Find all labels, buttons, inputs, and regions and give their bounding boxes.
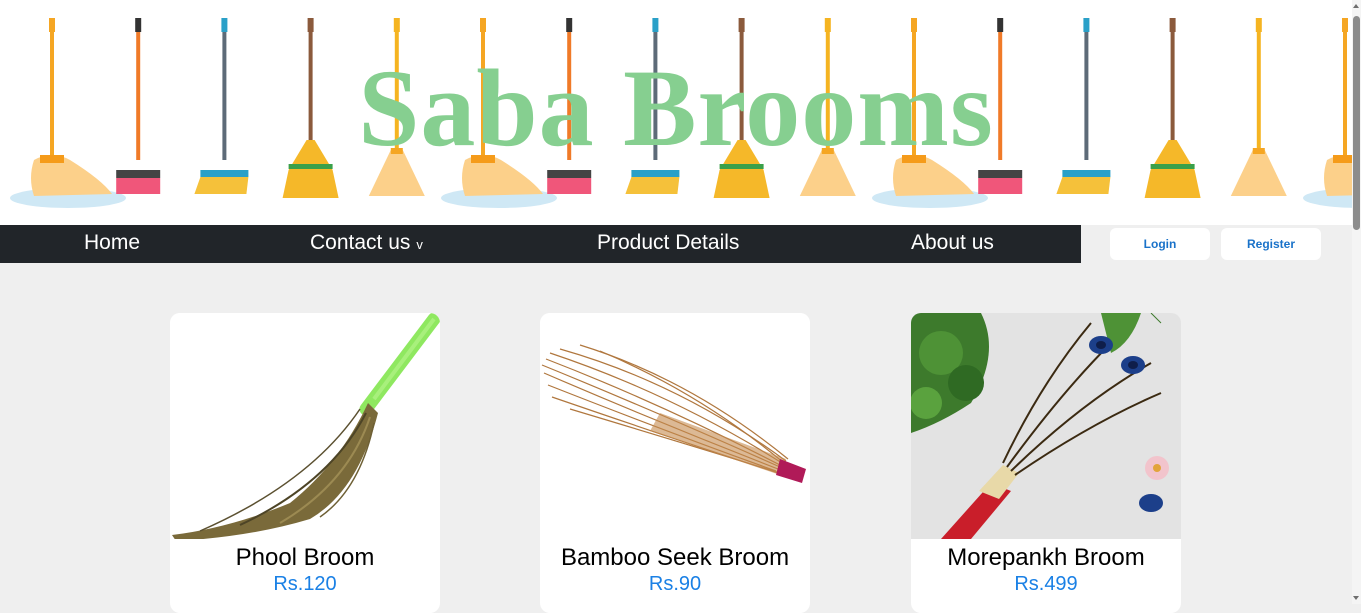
scroll-down-arrow-icon[interactable] (1353, 596, 1359, 600)
site-title: Saba Brooms (358, 47, 994, 169)
nav-about-us[interactable]: About us (911, 225, 994, 263)
product-card-phool-broom[interactable]: Phool Broom Rs.120 (170, 313, 440, 613)
nav-home-label: Home (84, 231, 141, 254)
product-name: Phool Broom (235, 544, 375, 571)
login-button[interactable]: Login (1110, 228, 1210, 260)
product-price: Rs.120 (273, 573, 337, 595)
nav-contact-label: Contact us (310, 231, 411, 254)
scroll-up-arrow-icon[interactable] (1353, 4, 1359, 8)
nav-product-details[interactable]: Product Details (597, 225, 739, 263)
morepankh-broom-image (911, 313, 1181, 539)
nav-about-label: About us (911, 231, 994, 254)
product-card-bamboo-seek-broom[interactable]: Bamboo Seek Broom Rs.90 (540, 313, 810, 613)
nav-product-details-label: Product Details (597, 231, 740, 254)
product-card-morepankh-broom[interactable]: Morepankh Broom Rs.499 (911, 313, 1181, 613)
scrollbar-thumb[interactable] (1353, 16, 1360, 230)
product-name: Bamboo Seek Broom (560, 544, 790, 571)
chevron-down-icon: v (416, 237, 423, 252)
main-navbar: Home Contact us v Product Details About u… (0, 225, 1081, 263)
nav-home[interactable]: Home (84, 225, 140, 263)
product-price: Rs.90 (648, 573, 702, 595)
product-name: Morepankh Broom (947, 544, 1145, 571)
register-button[interactable]: Register (1221, 228, 1321, 260)
bamboo-seek-broom-image (540, 313, 810, 539)
page-scrollbar[interactable] (1352, 0, 1361, 604)
phool-broom-image (170, 313, 440, 539)
header-banner: Saba Brooms (0, 0, 1352, 225)
product-price: Rs.499 (1014, 573, 1078, 595)
nav-contact-us-dropdown[interactable]: Contact us v (310, 225, 423, 263)
